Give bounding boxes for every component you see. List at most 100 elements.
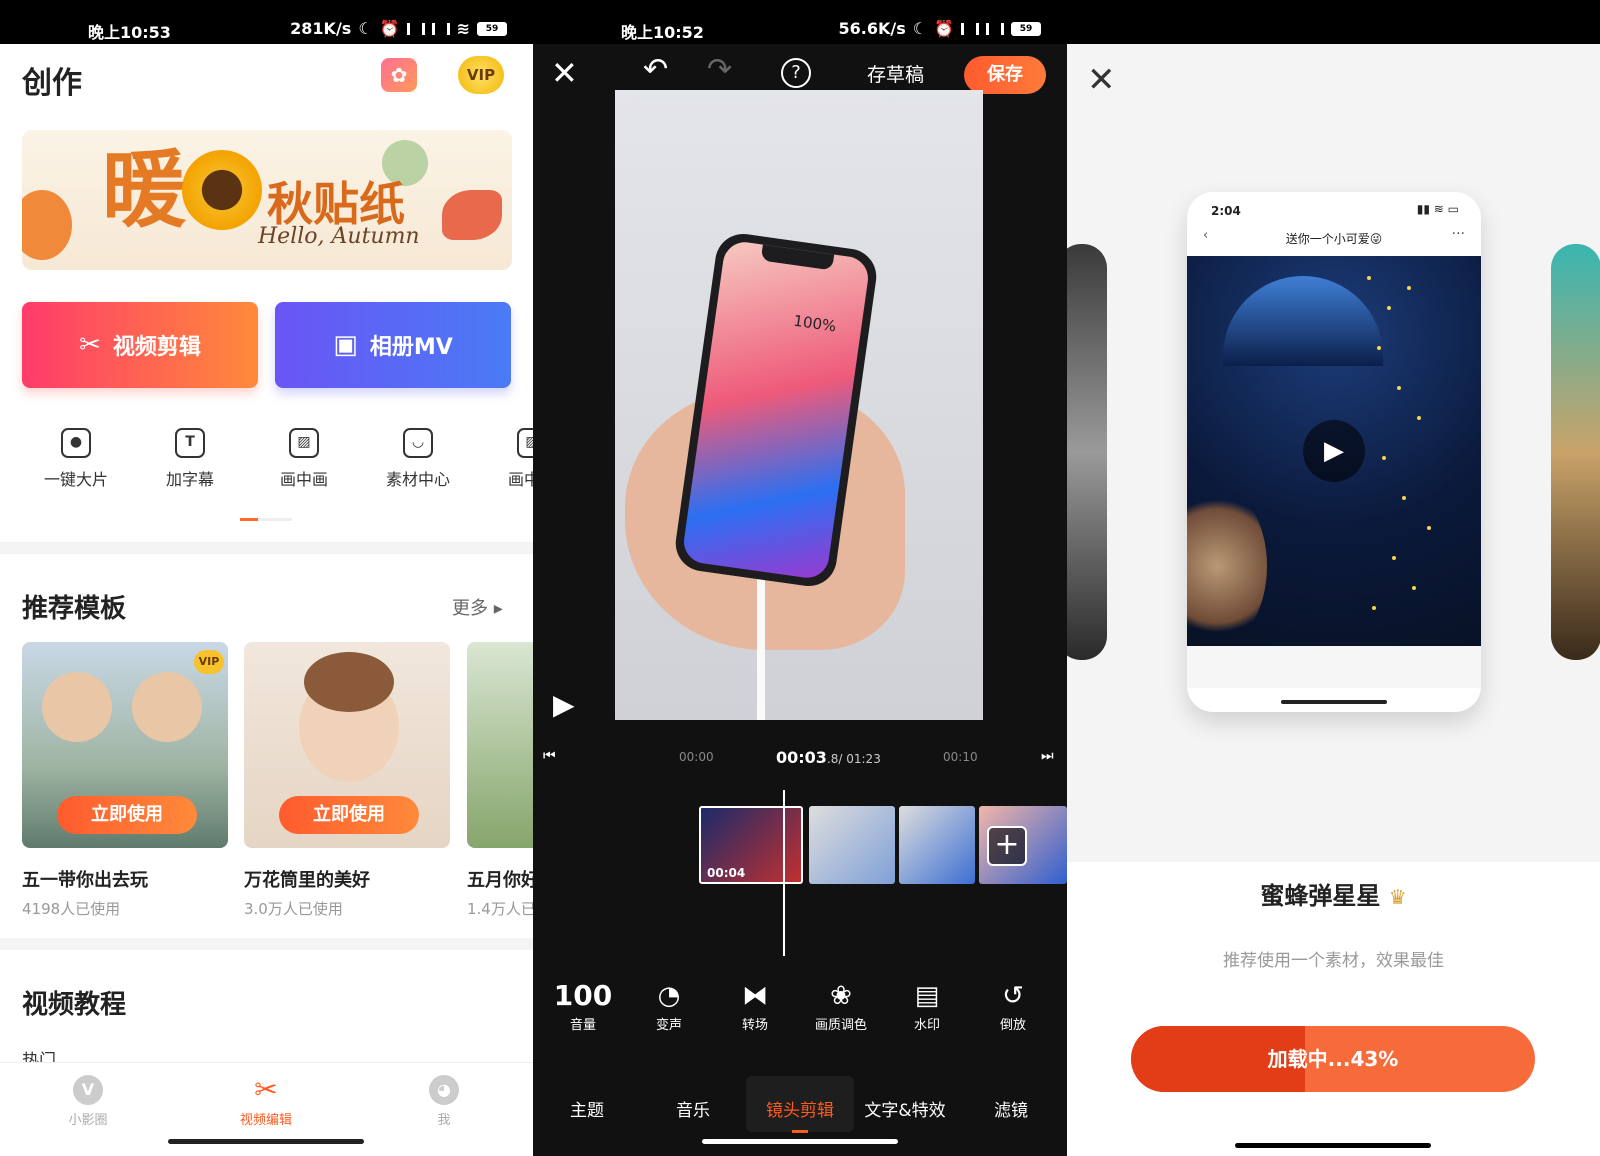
clip-thumbnail[interactable] (809, 806, 895, 884)
tool-label: 转场 (741, 1018, 768, 1033)
play-icon[interactable]: ▶ (553, 688, 575, 721)
tab-music[interactable]: 音乐 (643, 1096, 743, 1121)
tool-label: 音量 (569, 1018, 596, 1033)
battery-icon: 59 (1011, 21, 1041, 36)
save-button[interactable]: 保存 (964, 56, 1046, 94)
watermark-icon: ▤ (914, 981, 940, 1011)
photo-album-icon: ▣ (333, 330, 358, 360)
transition-icon: ⧓ (742, 981, 768, 1011)
more-link[interactable]: 更多 ▸ (452, 594, 503, 620)
moon-icon: ☾ (358, 19, 373, 38)
editor-screen: 晚上10:52 56.6K/s ☾ ⏰ 59 ✕ ↶ ↷ ? 存草稿 保存 10… (533, 0, 1067, 1156)
nav-label: 小影圈 (68, 1113, 108, 1128)
clip-thumbnail[interactable] (899, 806, 975, 884)
tool-color-grade[interactable]: ❀ 画质调色 (801, 978, 881, 1033)
video-preview[interactable]: 100% (615, 90, 983, 720)
page-title: 创作 (22, 66, 82, 101)
album-mv-button[interactable]: ▣ 相册MV (275, 302, 511, 388)
status-time: 晚上10:52 (621, 23, 704, 42)
tool-voice-change[interactable]: ◔ 变声 (629, 978, 709, 1033)
video-edit-button[interactable]: ✂ 视频剪辑 (22, 302, 258, 388)
template-usage: 3.0万人已使用 (244, 900, 343, 918)
shopping-bag-icon: ◡ (403, 428, 433, 458)
divider (0, 938, 533, 950)
net-speed: 56.6K/s (838, 19, 906, 38)
close-icon[interactable]: ✕ (551, 54, 578, 92)
nav-me[interactable]: ◕ 我 (394, 1075, 494, 1128)
template-title: 五月你好 (467, 870, 533, 891)
help-icon[interactable]: ? (781, 58, 811, 88)
reverse-icon: ↺ (1002, 981, 1024, 1011)
moon-icon: ☾ (912, 19, 928, 38)
timeline-header: ⏮ 00:00 00:03.8/ 01:23 00:10 ⏭ (533, 744, 1067, 774)
play-icon[interactable]: ▶ (1303, 420, 1365, 482)
tool-watermark[interactable]: ▤ 水印 (887, 978, 967, 1033)
time-left: 00:00 (679, 750, 714, 764)
home-indicator (1235, 1143, 1431, 1148)
film-reel-icon: ● (61, 428, 91, 458)
voice-change-icon: ◔ (657, 981, 681, 1011)
tool-one-click[interactable]: ● 一键大片 (26, 428, 126, 490)
undo-icon[interactable]: ↶ (643, 52, 668, 87)
banner-big-text: 暖 (102, 140, 187, 239)
status-right: 56.6K/s ☾ ⏰ 59 (838, 19, 1041, 38)
use-now-button[interactable]: 立即使用 (279, 796, 419, 834)
nav-xiaoyingquan[interactable]: V 小影圈 (38, 1075, 138, 1128)
skip-start-icon[interactable]: ⏮ (543, 748, 556, 764)
skip-end-icon[interactable]: ⏭ (1041, 748, 1054, 764)
chat-input-bar (1187, 646, 1481, 688)
ad-gift-icon[interactable]: ✿ (381, 58, 417, 92)
tool-label: 加字幕 (165, 470, 214, 489)
person-image (132, 672, 202, 742)
tool-pip[interactable]: ▨ 画中画 (254, 428, 354, 490)
edit-tools: 100 音量 ◔ 变声 ⧓ 转场 ❀ 画质调色 ▤ 水印 ↺ 倒放 (533, 978, 1067, 1048)
template-card[interactable] (467, 642, 533, 848)
avatar-icon: ◕ (429, 1075, 459, 1105)
tab-clip-edit[interactable]: 镜头剪辑 (750, 1096, 850, 1121)
add-clip-icon[interactable]: + (987, 826, 1027, 866)
tool-transition[interactable]: ⧓ 转场 (715, 978, 795, 1033)
hair-image (304, 652, 394, 712)
tool-label: 画中画 (279, 470, 328, 489)
redo-icon[interactable]: ↷ (707, 52, 732, 87)
save-draft-button[interactable]: 存草稿 (867, 60, 924, 87)
status-bar: 晚上10:53 281K/s ☾ ⏰ ≋ 59 (0, 0, 533, 44)
signal-icon-2 (431, 22, 450, 35)
close-icon[interactable]: ✕ (1087, 60, 1116, 100)
person-image (42, 672, 112, 742)
tool-subtitle[interactable]: T 加字幕 (140, 428, 240, 490)
create-screen: 晚上10:53 281K/s ☾ ⏰ ≋ 59 创作 ✿ VIP 暖 秋贴纸 H… (0, 0, 533, 1156)
v-circle-icon: V (73, 1075, 103, 1105)
scissors-icon: ✂ (254, 1073, 278, 1106)
tab-text-effects[interactable]: 文字&特效 (855, 1096, 955, 1121)
page-indicator (240, 518, 292, 521)
home-indicator (702, 1139, 898, 1144)
tool-volume[interactable]: 100 音量 (543, 978, 623, 1033)
template-card[interactable]: VIP 立即使用 (22, 642, 228, 848)
leaf-decoration (22, 190, 72, 260)
use-now-button[interactable]: 立即使用 (57, 796, 197, 834)
tool-reverse[interactable]: ↺ 倒放 (973, 978, 1053, 1033)
next-effect-card[interactable] (1551, 244, 1600, 660)
playhead[interactable] (783, 790, 785, 956)
autumn-sticker-banner[interactable]: 暖 秋贴纸 Hello, Autumn (22, 130, 512, 270)
tab-filter[interactable]: 滤镜 (961, 1096, 1061, 1121)
tool-label: 画中画 (507, 470, 533, 489)
tool-label: 画质调色 (814, 1018, 867, 1033)
loading-label: 加载中...43% (1267, 1047, 1399, 1071)
tool-pip-2[interactable]: ▨ 画中画 (482, 428, 533, 490)
prev-effect-card[interactable] (1067, 244, 1107, 660)
nav-video-edit[interactable]: ✂ 视频编辑 (216, 1073, 316, 1129)
signal-icon-2 (986, 22, 1004, 35)
vip-icon[interactable]: VIP (458, 56, 504, 94)
more-label: 更多 (452, 598, 488, 619)
status-bar (1067, 0, 1600, 44)
loading-button[interactable]: 加载中...43% (1131, 1026, 1535, 1092)
tool-label: 变声 (655, 1018, 682, 1033)
effect-video[interactable]: ▶ (1187, 256, 1481, 646)
tool-material-center[interactable]: ◡ 素材中心 (368, 428, 468, 490)
current-time-frac: .8 (826, 752, 839, 766)
template-card[interactable]: 立即使用 (244, 642, 450, 848)
tab-theme[interactable]: 主题 (537, 1096, 637, 1121)
nav-label: 我 (437, 1113, 451, 1128)
